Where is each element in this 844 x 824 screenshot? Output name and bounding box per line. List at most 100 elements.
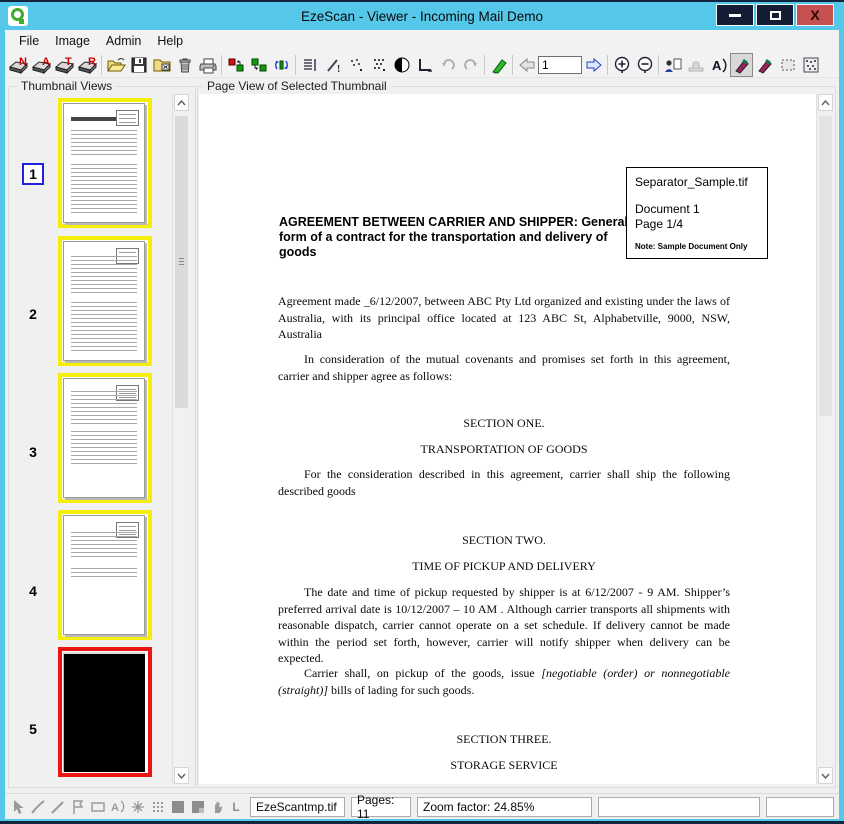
thumbnail-number: 2 [29, 306, 37, 322]
doc-section-title: SECTION THREE. [456, 732, 552, 746]
pointer-tool-icon[interactable] [8, 797, 28, 817]
crop-icon[interactable] [413, 53, 436, 77]
next-page-icon[interactable] [582, 53, 605, 77]
zoom-in-icon[interactable] [610, 53, 633, 77]
open-file-icon[interactable] [104, 53, 127, 77]
svg-text:A: A [111, 802, 119, 814]
scan-t-icon[interactable]: T [53, 53, 76, 77]
status-filename: EzeScantmp.tif [250, 796, 345, 817]
thumbnail-page-3[interactable] [58, 373, 152, 503]
doc-section-subtitle: STORAGE SERVICE [450, 758, 558, 772]
page-view-panel: AGREEMENT BETWEEN CARRIER AND SHIPPER: G… [197, 86, 836, 788]
scroll-up-icon[interactable] [174, 94, 189, 111]
thumbnail-scrollbar[interactable] [172, 94, 190, 784]
minimize-icon [729, 13, 741, 17]
green-pen-icon[interactable] [487, 53, 510, 77]
selection-rect-icon[interactable] [776, 53, 799, 77]
main-toolbar: N A T R ! A [5, 52, 839, 78]
pan-hand-icon[interactable] [208, 797, 228, 817]
scrollbar-thumb[interactable] [175, 116, 188, 408]
page-view-scrollbar[interactable] [816, 94, 834, 784]
scrollbar-thumb[interactable] [819, 116, 832, 416]
menu-file[interactable]: File [11, 31, 47, 51]
deskew-icon[interactable]: ! [321, 53, 344, 77]
svg-text:A: A [712, 58, 722, 73]
maximize-button[interactable] [756, 4, 794, 26]
despeckle-icon[interactable] [344, 53, 367, 77]
page-number-input[interactable] [538, 55, 582, 74]
title-bar: EzeScan - Viewer - Incoming Mail Demo X [0, 2, 844, 30]
doc-paragraph: For the consideration described in this … [278, 467, 730, 498]
trash-icon[interactable] [173, 53, 196, 77]
svg-text:A: A [42, 56, 50, 68]
page-move-right-icon[interactable] [247, 53, 270, 77]
menu-help[interactable]: Help [149, 31, 191, 51]
delete-file-icon[interactable] [150, 53, 173, 77]
scroll-down-icon[interactable] [818, 767, 833, 784]
minimize-button[interactable] [716, 4, 754, 26]
text-annotation-icon[interactable]: A [707, 53, 730, 77]
thumbnail-page-4[interactable] [58, 510, 152, 640]
document-page[interactable]: AGREEMENT BETWEEN CARRIER AND SHIPPER: G… [199, 94, 816, 784]
svg-text:R: R [88, 56, 96, 68]
zoom-out-icon[interactable] [633, 53, 656, 77]
maximize-icon [769, 10, 781, 20]
doc-heading: AGREEMENT BETWEEN CARRIER AND SHIPPER: G… [279, 215, 628, 259]
prev-page-icon[interactable] [515, 53, 538, 77]
doc-section-title: SECTION TWO. [462, 533, 546, 547]
scan-n-icon[interactable]: N [7, 53, 30, 77]
user-document-icon[interactable] [661, 53, 684, 77]
scroll-down-icon[interactable] [174, 767, 189, 784]
thumbnail-number-selected: 1 [22, 163, 44, 185]
redo-icon[interactable] [459, 53, 482, 77]
noise-pattern-icon[interactable] [799, 53, 822, 77]
doc-paragraph: Carrier shall, on pickup of the goods, i… [278, 666, 730, 697]
line-tool-icon[interactable] [48, 797, 68, 817]
separator-page: Page 1/4 [635, 217, 684, 231]
status-bar: A L EzeScantmp.tif Pages: 11 Zoom factor… [5, 793, 839, 821]
scan-r-icon[interactable]: R [76, 53, 99, 77]
marker-pen-active-icon[interactable] [730, 52, 753, 77]
invert-icon[interactable] [390, 53, 413, 77]
close-button[interactable]: X [796, 4, 834, 26]
doc-paragraph: In consideration of the mutual covenants… [278, 352, 730, 383]
text-tool-icon[interactable]: A [108, 797, 128, 817]
page-view-panel-title: Page View of Selected Thumbnail [203, 79, 391, 93]
doc-paragraph: Storage may be ordered by shipper at any… [278, 783, 730, 784]
menu-admin[interactable]: Admin [98, 31, 149, 51]
marker-pen-icon[interactable] [753, 53, 776, 77]
doc-paragraph: Agreement made _6/12/2007, between ABC P… [278, 294, 730, 341]
menu-bar: File Image Admin Help [5, 30, 839, 52]
rect-tool-icon[interactable] [88, 797, 108, 817]
despeckle-all-icon[interactable] [367, 53, 390, 77]
grid-tool-icon[interactable] [148, 797, 168, 817]
status-field-empty [766, 796, 834, 817]
separator-box: Separator_Sample.tif Document 1 Page 1/4… [626, 167, 768, 259]
remove-lines-icon[interactable] [298, 53, 321, 77]
thumbnail-page-5[interactable] [58, 647, 152, 777]
menu-image[interactable]: Image [47, 31, 98, 51]
doc-section-subtitle: TIME OF PICKUP AND DELIVERY [412, 559, 596, 573]
noise-tool-icon[interactable] [128, 797, 148, 817]
svg-text:N: N [19, 56, 27, 68]
doc-paragraph: The date and time of pickup requested by… [278, 585, 730, 665]
undo-icon[interactable] [436, 53, 459, 77]
scan-a-icon[interactable]: A [30, 53, 53, 77]
thumbnail-panel: 1 2 3 4 5 [8, 86, 196, 788]
flag-tool-icon[interactable] [68, 797, 88, 817]
fill-dark-icon[interactable] [168, 797, 188, 817]
page-move-left-icon[interactable] [224, 53, 247, 77]
scroll-up-icon[interactable] [818, 94, 833, 111]
thumbnail-number: 3 [29, 444, 37, 460]
svg-text:T: T [65, 56, 72, 68]
rotate-page-icon[interactable] [270, 53, 293, 77]
thumbnail-page-1[interactable] [58, 98, 152, 228]
pen-tool-icon[interactable] [28, 797, 48, 817]
print-icon[interactable] [196, 53, 219, 77]
save-file-icon[interactable] [127, 53, 150, 77]
fill-dark2-icon[interactable] [188, 797, 208, 817]
separator-filename: Separator_Sample.tif [635, 175, 748, 189]
svg-text:!: ! [337, 64, 340, 74]
stamp-icon[interactable] [684, 53, 707, 77]
thumbnail-page-2[interactable] [58, 236, 152, 366]
